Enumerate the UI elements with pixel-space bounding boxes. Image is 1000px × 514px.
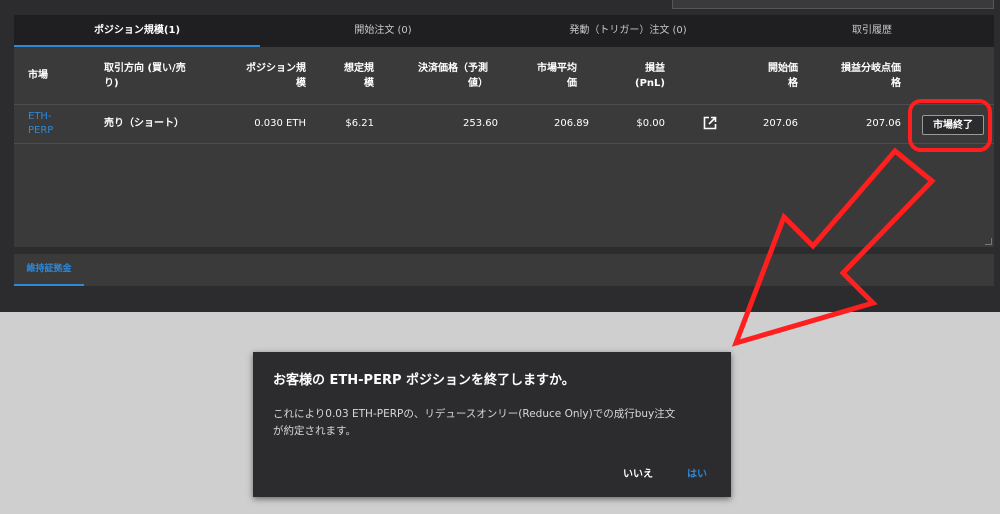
col-mark-price: 市場平均 価 xyxy=(537,61,577,91)
market-close-button[interactable]: 市場終了 xyxy=(922,115,984,135)
positions-tab-bar: ポジション規模(1) 開始注文 (0) 発動（トリガー）注文 (0) 取引履歴 xyxy=(14,15,994,47)
market-link[interactable]: ETH- PERP xyxy=(28,110,53,138)
dialog-yes-button[interactable]: はい xyxy=(687,465,707,480)
tab-positions-label: ポジション規模(1) xyxy=(93,25,181,36)
tab-maintenance-margin-label: 維持証拠金 xyxy=(26,264,72,274)
dialog-message-line1: これにより0.03 ETH-PERPの、リデュースオンリー(Reduce Onl… xyxy=(273,408,676,420)
col-side-line1: 取引方向 (買い/売 xyxy=(104,63,186,74)
position-size: 0.030 ETH xyxy=(254,118,306,129)
active-tab-underline xyxy=(14,284,84,286)
tab-open-orders-label: 開始注文 (0) xyxy=(354,25,412,36)
col-entry-price: 開始価 格 xyxy=(768,61,798,91)
panel-resize-handle[interactable] xyxy=(985,238,992,245)
dialog-title: お客様の ETH-PERP ポジションを終了しますか。 xyxy=(273,373,575,388)
margin-panel: 維持証拠金 xyxy=(14,254,994,286)
col-pnl-line2: (PnL) xyxy=(635,78,665,89)
col-notional: 想定規 模 xyxy=(344,61,374,91)
market-line1: ETH- xyxy=(28,111,52,122)
position-mark-price: 206.89 xyxy=(554,118,589,129)
top-widget-edge xyxy=(672,0,994,9)
tab-open-orders[interactable]: 開始注文 (0) xyxy=(260,15,506,47)
dialog-message-line2: が約定されます。 xyxy=(273,425,356,437)
tab-positions[interactable]: ポジション規模(1) xyxy=(14,15,260,47)
col-settle-price: 決済価格（予測 値） xyxy=(418,61,488,91)
position-notional: $6.21 xyxy=(345,118,374,129)
position-entry-price: 207.06 xyxy=(763,118,798,129)
col-notional-line2: 模 xyxy=(364,78,374,89)
positions-panel: ポジション規模(1) 開始注文 (0) 発動（トリガー）注文 (0) 取引履歴 … xyxy=(14,15,994,247)
col-size-line1: ポジション規 xyxy=(246,63,306,74)
col-entry-line2: 格 xyxy=(788,78,798,89)
table-row: ETH- PERP 売り（ショート） 0.030 ETH $6.21 253.6… xyxy=(14,105,994,144)
position-breakeven: 207.06 xyxy=(866,118,901,129)
position-settle-price: 253.60 xyxy=(463,118,498,129)
tab-trigger-orders-label: 発動（トリガー）注文 (0) xyxy=(569,25,687,36)
col-breakeven-line1: 損益分岐点価 xyxy=(841,63,901,74)
col-settle-line2: 値） xyxy=(468,78,488,89)
col-side: 取引方向 (買い/売 り) xyxy=(104,61,186,91)
col-pnl-line1: 損益 xyxy=(645,63,665,74)
col-size-line2: 模 xyxy=(296,78,306,89)
dialog-message: これにより0.03 ETH-PERPの、リデュースオンリー(Reduce Onl… xyxy=(273,406,713,440)
position-side: 売り（ショート） xyxy=(104,118,184,129)
col-size: ポジション規 模 xyxy=(246,61,306,91)
position-pnl: $0.00 xyxy=(636,118,665,129)
tab-trigger-orders[interactable]: 発動（トリガー）注文 (0) xyxy=(506,15,750,47)
col-entry-line1: 開始価 xyxy=(768,63,798,74)
dialog-no-button[interactable]: いいえ xyxy=(623,465,653,480)
col-mark-line2: 価 xyxy=(567,78,577,89)
col-pnl: 損益 (PnL) xyxy=(635,61,665,91)
col-notional-line1: 想定規 xyxy=(344,63,374,74)
col-market: 市場 xyxy=(28,70,48,81)
col-side-line2: り) xyxy=(104,78,119,89)
col-settle-line1: 決済価格（予測 xyxy=(418,63,488,74)
col-mark-line1: 市場平均 xyxy=(537,63,577,74)
tab-maintenance-margin[interactable]: 維持証拠金 xyxy=(14,254,84,286)
col-breakeven-line2: 格 xyxy=(891,78,901,89)
external-link-icon[interactable] xyxy=(703,116,717,130)
trading-app: ポジション規模(1) 開始注文 (0) 発動（トリガー）注文 (0) 取引履歴 … xyxy=(0,0,1000,312)
close-position-dialog: お客様の ETH-PERP ポジションを終了しますか。 これにより0.03 ET… xyxy=(253,352,731,497)
positions-table-header: 市場 取引方向 (買い/売 り) ポジション規 模 想定規 模 決済価格（予測 … xyxy=(14,47,994,105)
col-breakeven: 損益分岐点価 格 xyxy=(841,61,901,91)
tab-trade-history[interactable]: 取引履歴 xyxy=(750,15,994,47)
market-line2: PERP xyxy=(28,125,54,136)
tab-trade-history-label: 取引履歴 xyxy=(852,25,892,36)
